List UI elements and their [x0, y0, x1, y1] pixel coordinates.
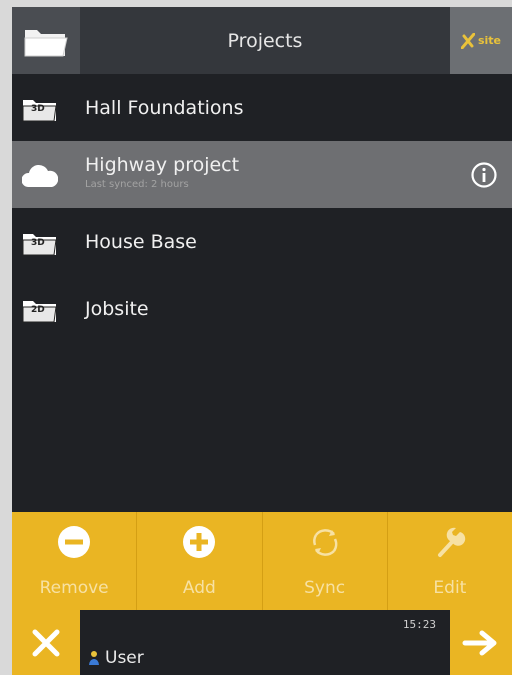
- edit-label: Edit: [433, 578, 467, 598]
- top-bar: Projects site: [12, 7, 512, 74]
- user-icon: [89, 651, 99, 665]
- project-row-house-base[interactable]: 3D House Base: [12, 208, 512, 275]
- wrench-icon: [437, 527, 466, 557]
- close-button[interactable]: [12, 610, 80, 675]
- project-name: Highway project: [85, 154, 240, 176]
- add-label: Add: [182, 578, 216, 598]
- folder-open-icon: [24, 29, 68, 56]
- project-list: 3D Hall Foundations Highway project Last…: [12, 74, 512, 342]
- project-row-highway-project[interactable]: Highway project Last synced: 2 hours: [12, 141, 512, 208]
- remove-label: Remove: [39, 578, 109, 598]
- project-row-jobsite[interactable]: 2D Jobsite: [12, 275, 512, 342]
- status-bar: 15:23 User: [12, 610, 512, 675]
- sync-icon: [312, 529, 338, 556]
- project-row-hall-foundations[interactable]: 3D Hall Foundations: [12, 74, 512, 141]
- site-logo-icon: [460, 32, 475, 49]
- project-subtitle: Last synced: 2 hours: [85, 179, 189, 190]
- sync-label: Sync: [304, 578, 346, 598]
- folder-badge: 3D: [31, 238, 45, 248]
- logo-text: site: [477, 34, 502, 47]
- user-indicator[interactable]: User: [88, 648, 144, 668]
- site-logo-button[interactable]: site: [450, 7, 512, 74]
- cloud-icon: [22, 164, 58, 187]
- open-folder-button[interactable]: [12, 7, 80, 74]
- arrow-right-icon: [462, 630, 497, 655]
- add-button[interactable]: Add: [137, 512, 263, 610]
- user-label: User: [105, 648, 144, 668]
- device-screen: Projects site 3D Hall Foundations Highwa…: [12, 7, 512, 675]
- minus-circle-icon: [58, 526, 91, 558]
- edit-button[interactable]: Edit: [388, 512, 512, 610]
- project-name: Jobsite: [85, 297, 149, 320]
- project-name: House Base: [85, 230, 197, 253]
- remove-button[interactable]: Remove: [12, 512, 138, 610]
- sync-button[interactable]: Sync: [263, 512, 388, 610]
- clock: 15:23: [402, 618, 436, 631]
- page-title: Projects: [227, 29, 303, 52]
- folder-badge: 3D: [31, 104, 45, 114]
- project-name: Hall Foundations: [85, 96, 244, 119]
- plus-circle-icon: [183, 526, 216, 558]
- next-button[interactable]: [450, 610, 512, 675]
- action-toolbar: Remove Add Sync Edit: [12, 512, 512, 610]
- close-icon: [32, 629, 60, 656]
- info-icon[interactable]: [470, 161, 498, 189]
- folder-badge: 2D: [31, 305, 45, 315]
